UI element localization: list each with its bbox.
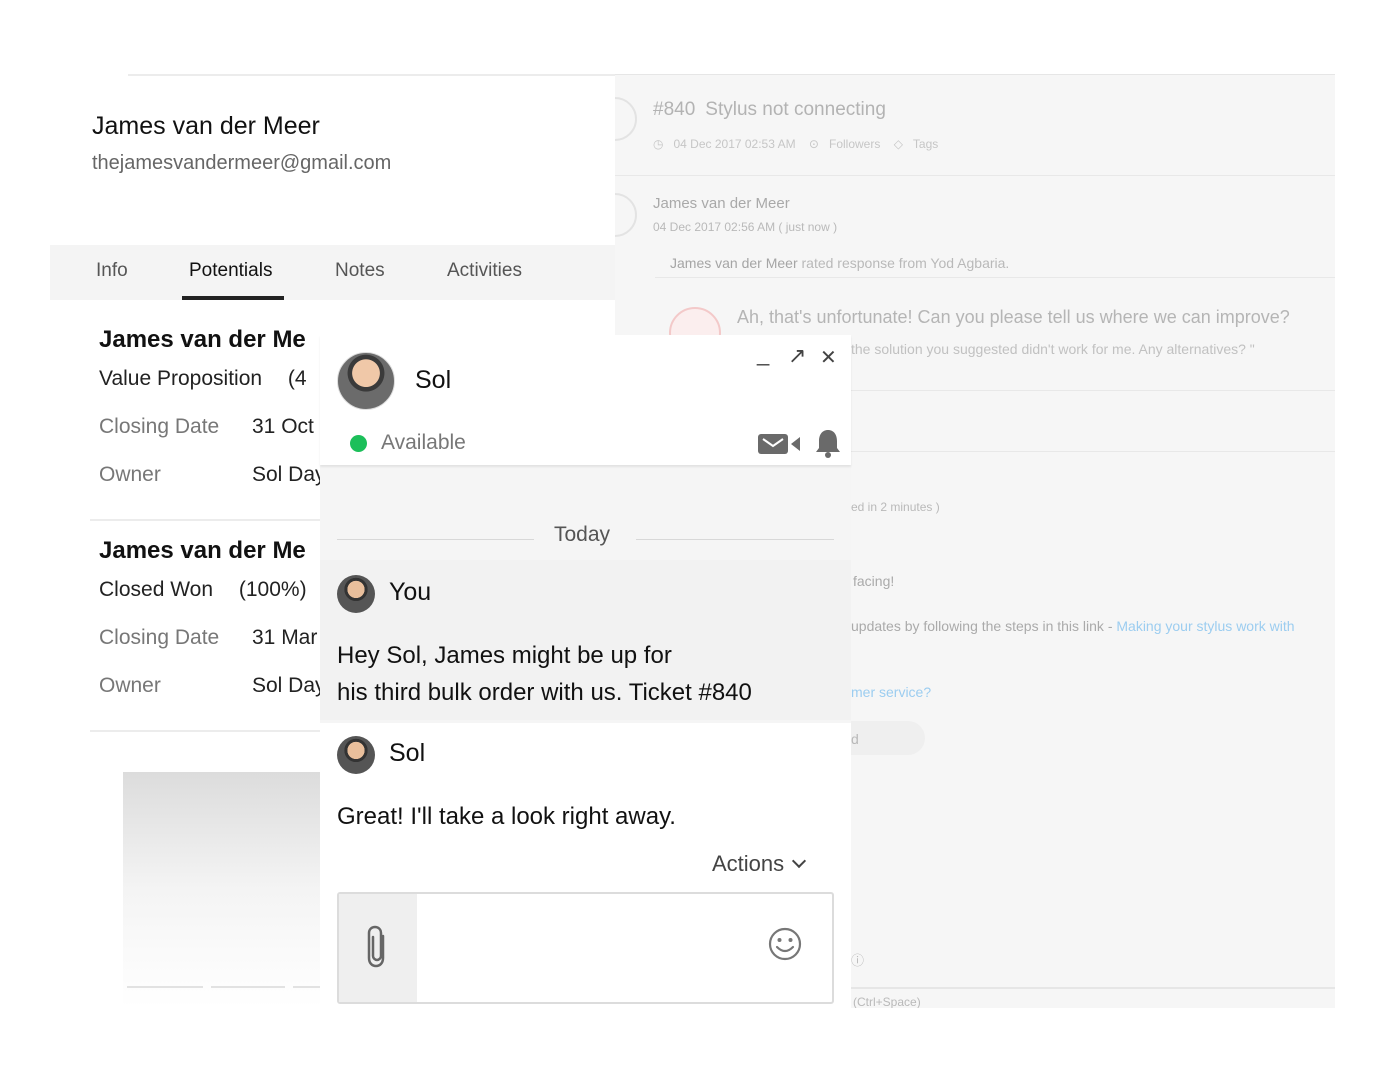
smiley-icon bbox=[768, 927, 802, 961]
bell-icon[interactable] bbox=[814, 428, 842, 458]
ticket-subject: Stylus not connecting bbox=[705, 99, 886, 120]
actions-label: Actions bbox=[712, 851, 785, 876]
closing-date-value: 31 Mar bbox=[252, 626, 318, 649]
owner-value: Sol Day bbox=[252, 463, 320, 486]
message-text: Great! I'll take a look right away. bbox=[337, 803, 676, 830]
chat-header: Sol _ ↗ ✕ Available bbox=[320, 335, 851, 465]
shortcut-hint: (Ctrl+Space) bbox=[853, 995, 921, 1008]
actions-dropdown[interactable]: Actions bbox=[712, 851, 807, 877]
ticket-status-icon bbox=[615, 97, 637, 141]
clock-icon: ◷ bbox=[653, 137, 664, 151]
ticket-title: #840 Stylus not connecting bbox=[653, 99, 886, 121]
ticket-created: 04 Dec 2017 02:53 AM bbox=[673, 137, 796, 151]
info-icon: ⓘ bbox=[851, 953, 865, 968]
chat-window: Sol _ ↗ ✕ Available Today You Hey Sol, J… bbox=[320, 335, 851, 1008]
owner-row: Owner Sol Day bbox=[99, 674, 320, 698]
close-icon[interactable]: ✕ bbox=[820, 345, 837, 370]
tag-icon: ◇ bbox=[893, 137, 903, 151]
status-text[interactable]: Available bbox=[381, 431, 466, 455]
video-call-icon[interactable] bbox=[758, 433, 802, 455]
divider bbox=[655, 277, 1335, 278]
tab-notes[interactable]: Notes bbox=[335, 260, 385, 282]
day-separator-label: Today bbox=[554, 523, 611, 546]
potential-stage: Value Proposition bbox=[99, 367, 263, 390]
thread-avatar bbox=[615, 193, 637, 237]
avatar bbox=[337, 352, 395, 410]
emoji-button[interactable] bbox=[767, 926, 803, 967]
potential-stage-row: Value Proposition (4 bbox=[99, 367, 307, 391]
closing-date-label: Closing Date bbox=[99, 415, 220, 438]
reply-link[interactable]: mer service? bbox=[851, 684, 931, 700]
reply-link-line: updates by following the steps in this l… bbox=[851, 618, 1295, 634]
reply-pill-label: d bbox=[851, 731, 859, 747]
avatar bbox=[337, 575, 375, 613]
closing-date-label: Closing Date bbox=[99, 626, 220, 649]
potential-probability: (4 bbox=[287, 367, 307, 390]
potential-stage-row: Closed Won (100%) bbox=[99, 578, 307, 602]
closing-date-row: Closing Date 31 Mar bbox=[99, 626, 317, 650]
ticket-meta: ◷ 04 Dec 2017 02:53 AM ⊙ Followers ◇ Tags bbox=[653, 137, 948, 151]
potential-name[interactable]: James van der Me bbox=[99, 537, 306, 565]
message-composer[interactable] bbox=[337, 892, 834, 1004]
paperclip-icon bbox=[367, 925, 385, 968]
message-text: Hey Sol, James might be up for his third … bbox=[337, 642, 752, 706]
divider bbox=[211, 986, 285, 988]
message-author: You bbox=[389, 578, 432, 606]
expand-icon[interactable]: ↗ bbox=[788, 343, 806, 369]
rating-text: rated response from Yod Agbaria. bbox=[801, 255, 1010, 271]
divider bbox=[293, 986, 323, 988]
followers-link[interactable]: Followers bbox=[829, 137, 880, 151]
chat-message: Sol Great! I'll take a look right away. … bbox=[320, 723, 851, 1008]
avatar bbox=[337, 736, 375, 774]
reply-text-fragment: updates by following the steps in this l… bbox=[851, 618, 1113, 634]
reply-time: ed in 2 minutes ) bbox=[851, 500, 940, 514]
potential-name[interactable]: James van der Me bbox=[99, 326, 306, 354]
chevron-down-icon bbox=[792, 853, 807, 869]
rating-author: James van der Meer bbox=[670, 255, 798, 271]
tags-link[interactable]: Tags bbox=[913, 137, 938, 151]
followers-icon: ⊙ bbox=[808, 137, 819, 151]
reply-text-fragment: facing! bbox=[853, 573, 895, 589]
potential-stage: Closed Won bbox=[99, 578, 214, 601]
divider bbox=[337, 539, 534, 540]
tab-activities[interactable]: Activities bbox=[447, 260, 522, 282]
divider bbox=[90, 519, 320, 521]
divider bbox=[636, 539, 834, 540]
chat-title: Sol bbox=[415, 366, 452, 394]
divider bbox=[127, 986, 203, 988]
closing-date-value: 31 Oct : bbox=[252, 415, 320, 438]
attach-button[interactable] bbox=[339, 894, 417, 1002]
potential-probability: (100%) bbox=[238, 578, 307, 601]
owner-label: Owner bbox=[99, 674, 161, 697]
status-indicator bbox=[350, 435, 367, 452]
feedback-question: Ah, that's unfortunate! Can you please t… bbox=[737, 307, 1290, 327]
rating-line: James van der Meer rated response from Y… bbox=[670, 255, 1009, 271]
feedback-answer: the solution you suggested didn't work f… bbox=[851, 341, 1255, 357]
thread-time: 04 Dec 2017 02:56 AM ( just now ) bbox=[653, 220, 838, 234]
placeholder-card bbox=[123, 772, 323, 1008]
chat-message: You Hey Sol, James might be up for his th… bbox=[320, 560, 851, 720]
kb-article-link[interactable]: Making your stylus work with bbox=[1116, 618, 1294, 634]
thread-author: James van der Meer bbox=[653, 195, 790, 212]
owner-label: Owner bbox=[99, 463, 161, 486]
ticket-number: #840 bbox=[653, 99, 696, 120]
minimize-icon[interactable]: _ bbox=[757, 341, 769, 367]
owner-row: Owner Sol Day bbox=[99, 463, 320, 487]
owner-value: Sol Day bbox=[252, 674, 320, 697]
message-author: Sol bbox=[389, 739, 426, 767]
divider bbox=[615, 175, 1335, 176]
closing-date-row: Closing Date 31 Oct : bbox=[99, 415, 320, 439]
divider bbox=[90, 730, 320, 732]
